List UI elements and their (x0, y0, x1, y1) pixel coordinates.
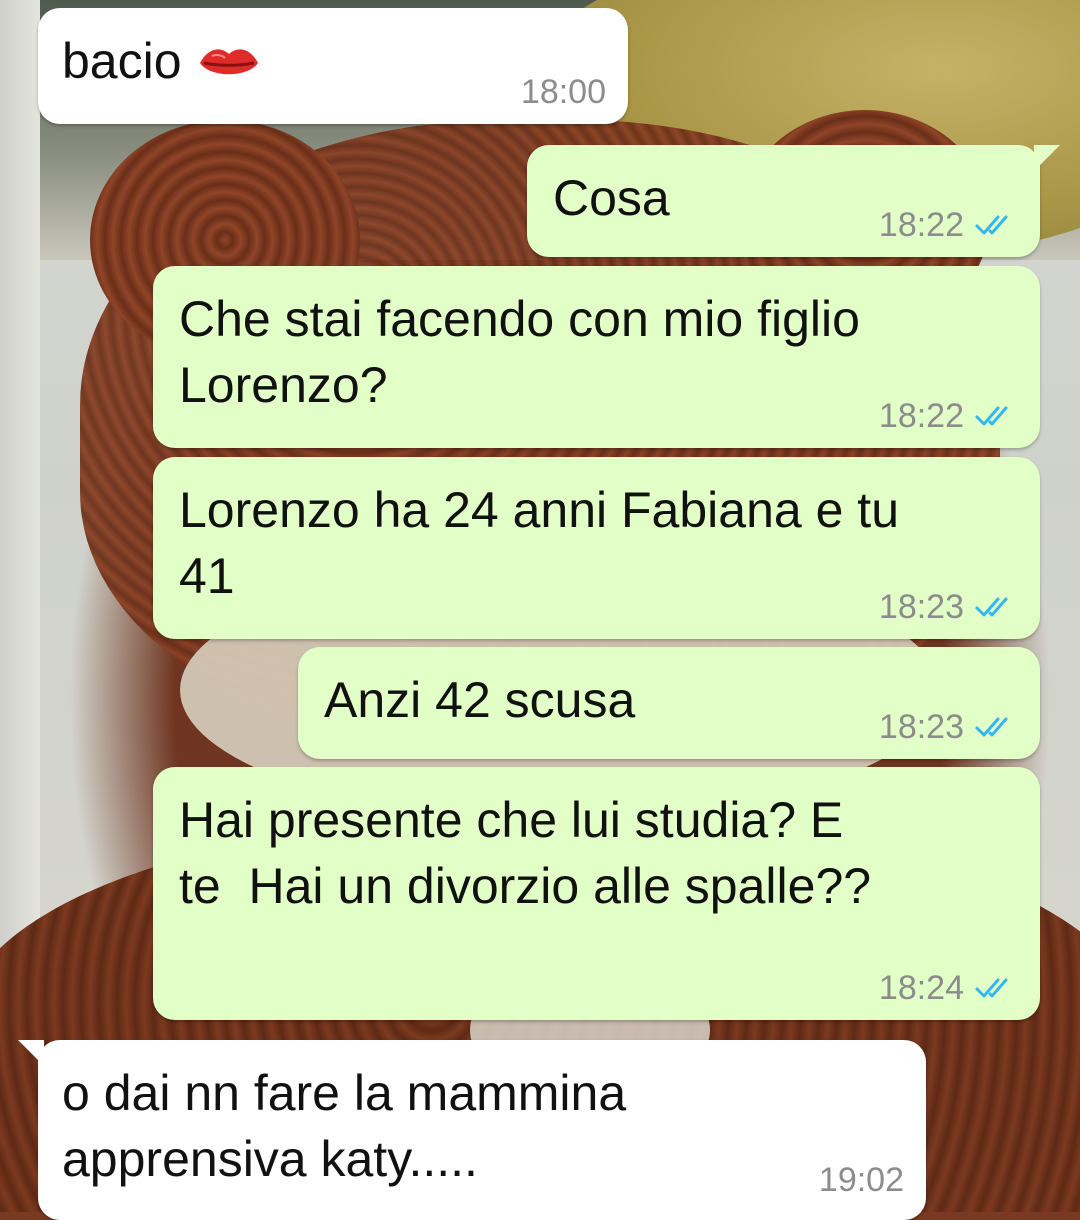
message-bubble-outgoing[interactable]: Anzi 42 scusa 18:23 (298, 647, 1040, 759)
message-text: Hai presente che lui studia? E te Hai un… (179, 792, 872, 914)
message-time: 18:22 (878, 397, 964, 435)
message-time: 18:23 (878, 588, 964, 626)
kiss-lips-icon (199, 49, 258, 75)
double-check-read-icon (975, 406, 1008, 426)
message-meta: 18:00 (521, 72, 606, 112)
message-meta: 18:24 (879, 968, 1016, 1008)
message-time: 18:23 (878, 708, 964, 746)
message-time: 18:24 (878, 969, 964, 1007)
message-bubble-incoming[interactable]: o dai nn fare la mammina apprensiva katy… (18, 1040, 926, 1220)
message-meta: 18:22 (879, 396, 1016, 436)
message-bubble-outgoing[interactable]: Hai presente che lui studia? E te Hai un… (153, 767, 1040, 1020)
chat-message-list: bacio 18:00 Cosa 18:22 Che stai facendo … (0, 0, 1080, 1220)
message-bubble-outgoing[interactable]: Che stai facendo con mio figlio Lorenzo?… (153, 266, 1040, 448)
message-bubble-outgoing[interactable]: Cosa 18:22 (527, 145, 1060, 257)
message-bubble-outgoing[interactable]: Lorenzo ha 24 anni Fabiana e tu 41 18:23 (153, 457, 1040, 639)
double-check-read-icon (975, 215, 1008, 235)
double-check-read-icon (975, 978, 1008, 998)
message-time: 18:22 (878, 206, 964, 244)
message-meta: 18:23 (879, 707, 1016, 747)
double-check-read-icon (975, 717, 1008, 737)
message-meta: 18:23 (879, 587, 1016, 627)
bubble-tail (1034, 145, 1060, 171)
message-time: 19:02 (818, 1161, 904, 1199)
message-text: o dai nn fare la mammina apprensiva katy… (62, 1065, 627, 1187)
double-check-read-icon (975, 597, 1008, 617)
message-bubble-incoming[interactable]: bacio 18:00 (38, 8, 628, 124)
bubble-tail (18, 1040, 44, 1066)
message-meta: 18:22 (879, 205, 1016, 245)
message-time: 18:00 (520, 73, 606, 111)
message-meta: 19:02 (819, 1160, 904, 1200)
